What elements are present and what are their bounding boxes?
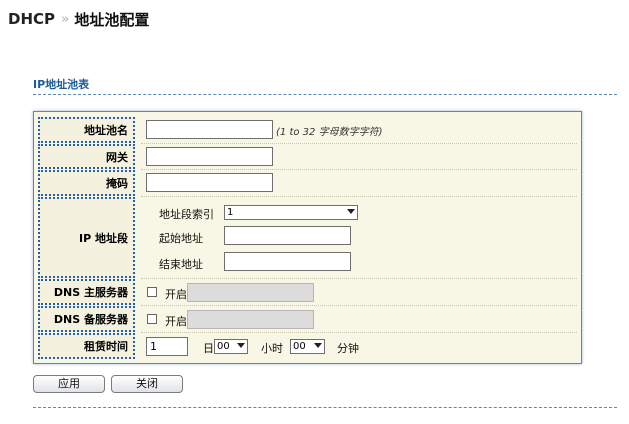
chevron-down-icon	[314, 343, 322, 348]
lease-hours-select[interactable]: 00	[214, 339, 248, 354]
lease-minutes-unit: 分钟	[337, 342, 359, 355]
lease-hours-unit: 小时	[261, 342, 283, 355]
pool-form-panel: 地址池名 (1 to 32 字母数字字符) 网关 掩码 IP 地址段 地址段索引…	[33, 111, 582, 364]
row-ip-range: IP 地址段 地址段索引 1 起始地址 结束地址	[34, 197, 581, 278]
row-dns-primary: DNS 主服务器 开启	[34, 279, 581, 305]
lease-label: 租赁时间	[38, 333, 135, 359]
lease-days-input[interactable]	[146, 337, 188, 356]
pool-name-hint: (1 to 32 字母数字字符)	[276, 127, 383, 138]
lease-minutes-select[interactable]: 00	[290, 339, 325, 354]
start-address-input[interactable]	[224, 226, 351, 245]
mask-input[interactable]	[146, 173, 273, 192]
breadcrumb: DHCP » 地址池配置	[8, 8, 149, 30]
pool-name-label: 地址池名	[38, 117, 135, 143]
dns-secondary-label: DNS 备服务器	[38, 306, 135, 332]
section-title: IP地址池表	[33, 78, 90, 91]
section-divider	[33, 94, 617, 95]
chevron-down-icon	[237, 343, 245, 348]
close-button[interactable]: 关闭	[111, 375, 183, 393]
breadcrumb-root[interactable]: DHCP	[8, 10, 55, 28]
dns-primary-input[interactable]	[187, 283, 314, 302]
gateway-input[interactable]	[146, 147, 273, 166]
row-pool-name: 地址池名 (1 to 32 字母数字字符)	[34, 117, 581, 143]
dns-secondary-enable-label: 开启	[165, 315, 187, 328]
range-index-label: 地址段索引	[159, 208, 214, 221]
range-index-select[interactable]: 1	[224, 205, 358, 220]
dns-primary-label: DNS 主服务器	[38, 279, 135, 305]
ip-range-label: IP 地址段	[38, 197, 135, 278]
lease-days-unit: 日	[203, 342, 214, 355]
footer-divider	[33, 407, 617, 408]
dns-primary-enable-label: 开启	[165, 288, 187, 301]
apply-button[interactable]: 应用	[33, 375, 105, 393]
start-address-label: 起始地址	[159, 232, 203, 245]
lease-minutes-value: 00	[293, 341, 306, 352]
dns-primary-checkbox[interactable]	[147, 287, 157, 297]
end-address-label: 结束地址	[159, 258, 203, 271]
gateway-label: 网关	[38, 144, 135, 169]
row-gateway: 网关	[34, 144, 581, 169]
mask-label: 掩码	[38, 170, 135, 196]
end-address-input[interactable]	[224, 252, 351, 271]
dns-secondary-input[interactable]	[187, 310, 314, 329]
dns-secondary-checkbox[interactable]	[147, 314, 157, 324]
breadcrumb-separator-icon: »	[61, 11, 70, 27]
chevron-down-icon	[347, 209, 355, 214]
range-index-value: 1	[227, 207, 234, 218]
page-title: 地址池配置	[74, 10, 150, 29]
row-mask: 掩码	[34, 170, 581, 196]
row-dns-secondary: DNS 备服务器 开启	[34, 306, 581, 332]
pool-name-input[interactable]	[146, 120, 273, 139]
row-lease: 租赁时间 日 00 小时 00 分钟	[34, 333, 581, 359]
lease-hours-value: 00	[217, 341, 230, 352]
